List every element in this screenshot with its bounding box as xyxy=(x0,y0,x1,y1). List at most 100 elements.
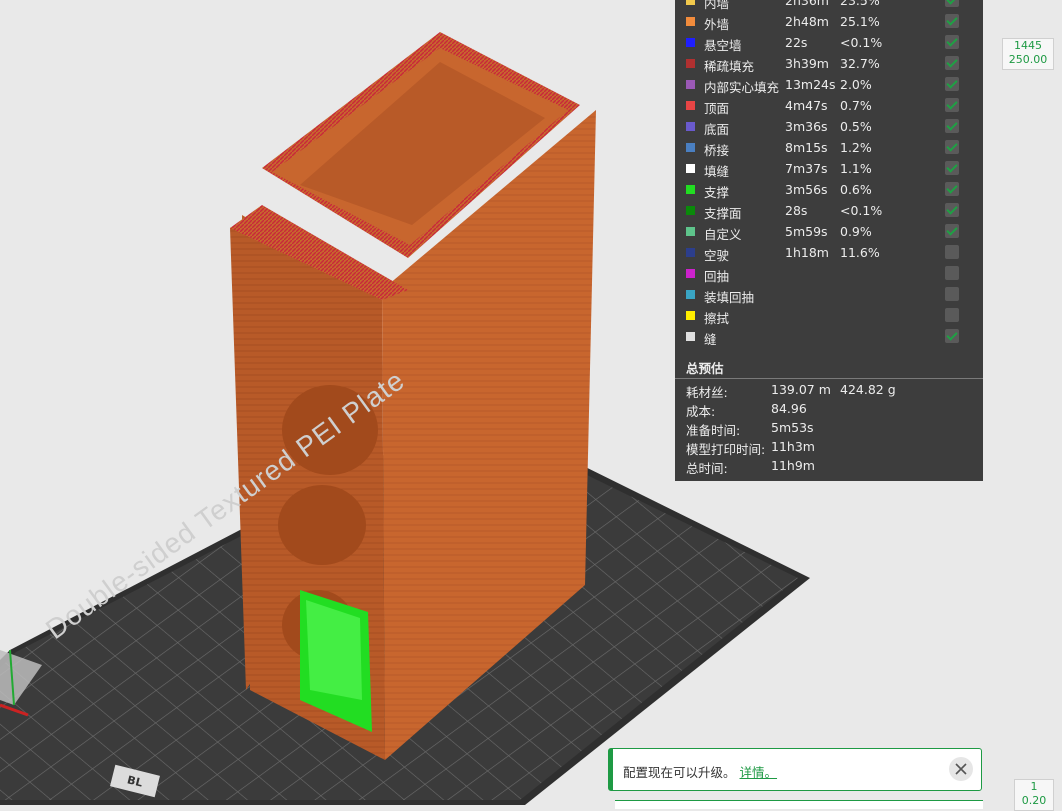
legend-item-time: 2h36m xyxy=(785,0,829,8)
legend-item: 缝 xyxy=(675,326,983,347)
legend-item-name: 顶面 xyxy=(704,101,730,116)
legend-item: 支撑面 28s <0.1% xyxy=(675,200,983,221)
summary-v1: 84.96 xyxy=(771,401,807,416)
legend-item-name: 回抽 xyxy=(704,269,730,284)
legend-visibility-checkbox[interactable] xyxy=(945,140,959,154)
notification-details-link[interactable]: 详情。 xyxy=(740,765,778,780)
legend-item-name: 自定义 xyxy=(704,227,742,242)
top-layer-height: 250.00 xyxy=(1008,53,1048,66)
legend-item: 回抽 xyxy=(675,263,983,284)
legend-item-time: 1h18m xyxy=(785,245,829,260)
legend-item-pct: 1.2% xyxy=(840,140,872,155)
legend-visibility-checkbox[interactable] xyxy=(945,56,959,70)
legend-swatch xyxy=(686,311,695,320)
legend-visibility-checkbox[interactable] xyxy=(945,14,959,28)
legend-swatch xyxy=(686,80,695,89)
legend-swatch xyxy=(686,290,695,299)
legend-item: 稀疏填充 3h39m 32.7% xyxy=(675,53,983,74)
summary-row: 成本: 84.96 xyxy=(686,401,981,420)
layer-slider-top-tag[interactable]: 1445 250.00 xyxy=(1002,38,1054,70)
legend-item-time: 3m36s xyxy=(785,119,828,134)
legend-item: 内部实心填充 13m24s 2.0% xyxy=(675,74,983,95)
legend-visibility-checkbox[interactable] xyxy=(945,266,959,280)
legend-item-name: 底面 xyxy=(704,122,730,137)
legend-item-time: 13m24s xyxy=(785,77,836,92)
summary-key: 成本: xyxy=(686,404,716,419)
legend-item-name: 擦拭 xyxy=(704,311,730,326)
legend-item-time: 2h48m xyxy=(785,14,829,29)
legend-visibility-checkbox[interactable] xyxy=(945,287,959,301)
legend-visibility-checkbox[interactable] xyxy=(945,98,959,112)
summary-row: 准备时间: 5m53s xyxy=(686,420,981,439)
legend-swatch xyxy=(686,206,695,215)
legend-item: 自定义 5m59s 0.9% xyxy=(675,221,983,242)
notification-text: 配置现在可以升级。 xyxy=(623,765,736,780)
bottom-layer-number: 1 xyxy=(1030,780,1038,793)
legend-item: 内墙 2h36m 23.5% xyxy=(675,0,983,11)
legend-swatch xyxy=(686,38,695,47)
layer-slider-bottom-tag[interactable]: 1 0.20 xyxy=(1014,779,1054,811)
summary-v1: 11h9m xyxy=(771,458,815,473)
legend-visibility-checkbox[interactable] xyxy=(945,161,959,175)
legend-item-pct: 1.1% xyxy=(840,161,872,176)
legend-item-time: 22s xyxy=(785,35,808,50)
notification-message: 配置现在可以升级。 详情。 xyxy=(623,762,777,781)
legend-visibility-checkbox[interactable] xyxy=(945,245,959,259)
legend-item-time: 3m56s xyxy=(785,182,828,197)
legend-visibility-checkbox[interactable] xyxy=(945,119,959,133)
summary-row: 耗材丝: 139.07 m 424.82 g xyxy=(686,382,981,401)
legend-item-pct: 23.5% xyxy=(840,0,880,8)
summary-title: 总预估 xyxy=(686,361,724,376)
legend-item-time: 3h39m xyxy=(785,56,829,71)
legend-item-name: 稀疏填充 xyxy=(704,59,755,74)
summary-v1: 139.07 m xyxy=(771,382,831,397)
upgrade-notification: 配置现在可以升级。 详情。 xyxy=(608,748,982,791)
legend-item-pct: 25.1% xyxy=(840,14,880,29)
legend-item-name: 支撑面 xyxy=(704,206,742,221)
legend-swatch xyxy=(686,164,695,173)
legend-item: 填缝 7m37s 1.1% xyxy=(675,158,983,179)
top-layer-number: 1445 xyxy=(1014,39,1042,52)
legend-swatch xyxy=(686,17,695,26)
legend-item: 空驶 1h18m 11.6% xyxy=(675,242,983,263)
legend-visibility-checkbox[interactable] xyxy=(945,329,959,343)
legend-swatch xyxy=(686,227,695,236)
legend-item-pct: 32.7% xyxy=(840,56,880,71)
legend-item-name: 悬空墙 xyxy=(704,38,742,53)
legend-swatch xyxy=(686,101,695,110)
legend-visibility-checkbox[interactable] xyxy=(945,203,959,217)
summary-v2: 424.82 g xyxy=(840,382,896,397)
legend-visibility-checkbox[interactable] xyxy=(945,77,959,91)
summary-key: 模型打印时间: xyxy=(686,442,766,457)
legend-item-pct: 11.6% xyxy=(840,245,880,260)
legend-visibility-checkbox[interactable] xyxy=(945,224,959,238)
legend-item-pct: 0.5% xyxy=(840,119,872,134)
legend-item: 桥接 8m15s 1.2% xyxy=(675,137,983,158)
legend-item-pct: 0.7% xyxy=(840,98,872,113)
legend-item-name: 缝 xyxy=(704,332,717,347)
legend-item-name: 桥接 xyxy=(704,143,730,158)
legend-swatch xyxy=(686,248,695,257)
legend-item-time: 7m37s xyxy=(785,161,828,176)
legend-visibility-checkbox[interactable] xyxy=(945,35,959,49)
legend-item: 外墙 2h48m 25.1% xyxy=(675,11,983,32)
summary-key: 总时间: xyxy=(686,461,728,476)
legend-swatch xyxy=(686,143,695,152)
legend-swatch xyxy=(686,122,695,131)
legend-swatch xyxy=(686,332,695,341)
legend-panel: 内墙 2h36m 23.5% 外墙 2h48m 25.1% 悬空墙 22s <0.1% 稀疏填充 3… xyxy=(675,0,983,481)
summary-v1: 5m53s xyxy=(771,420,814,435)
legend-item-pct: 0.6% xyxy=(840,182,872,197)
legend-visibility-checkbox[interactable] xyxy=(945,182,959,196)
legend-item: 顶面 4m47s 0.7% xyxy=(675,95,983,116)
close-button[interactable] xyxy=(949,757,973,781)
legend-item-name: 空驶 xyxy=(704,248,730,263)
legend-item-name: 外墙 xyxy=(704,17,730,32)
summary-row: 模型打印时间: 11h3m xyxy=(686,439,981,458)
legend-item-name: 支撑 xyxy=(704,185,730,200)
legend-visibility-checkbox[interactable] xyxy=(945,0,959,7)
legend-item-pct: 0.9% xyxy=(840,224,872,239)
legend-item-pct: <0.1% xyxy=(840,203,883,218)
legend-item-pct: 2.0% xyxy=(840,77,872,92)
legend-visibility-checkbox[interactable] xyxy=(945,308,959,322)
